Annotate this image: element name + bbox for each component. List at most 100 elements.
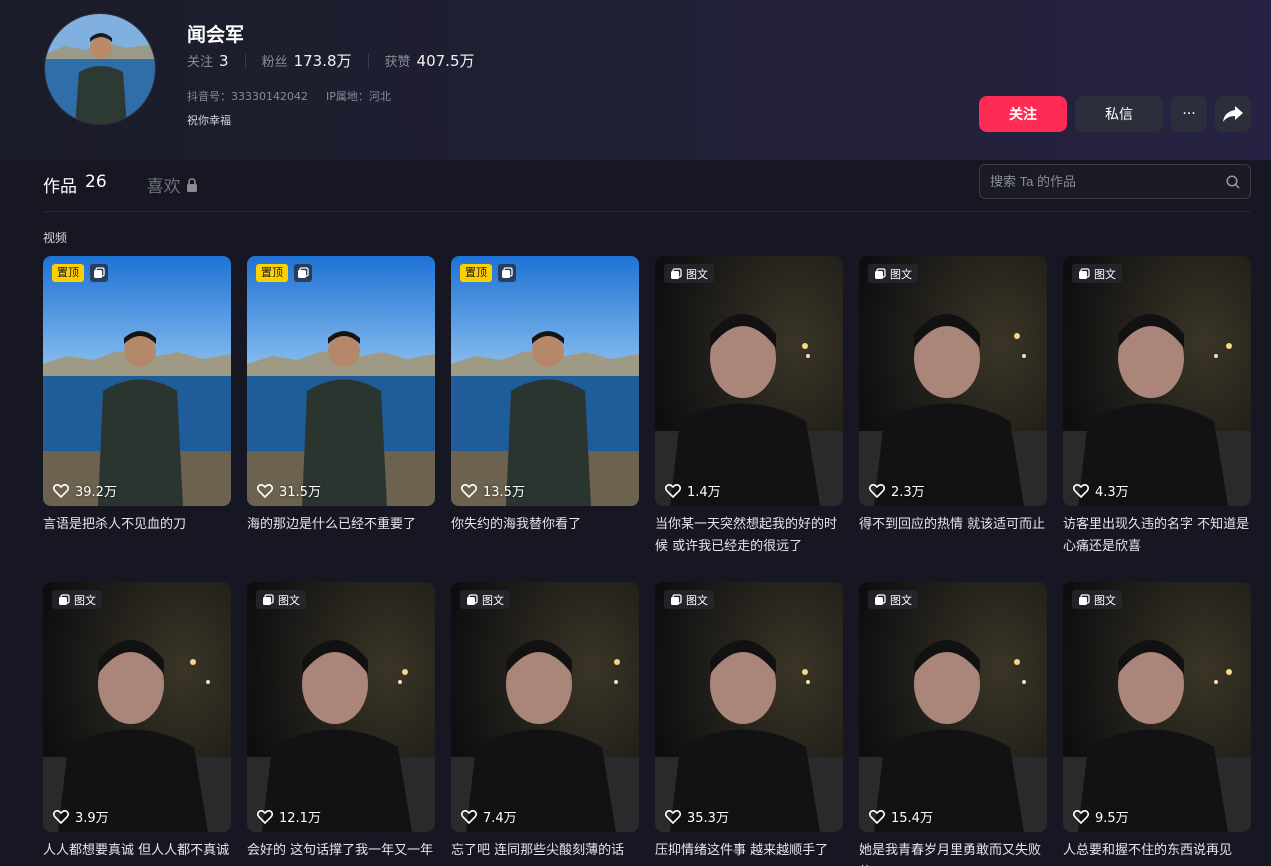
message-button[interactable]: 私信 — [1075, 96, 1163, 132]
following-stat[interactable]: 关注 3 — [187, 51, 229, 70]
likes-count: 31.5万 — [279, 485, 321, 500]
work-card[interactable]: 图文 15.4万她是我青春岁月里勇敢而又失败的 — [859, 582, 1047, 866]
work-thumbnail[interactable]: 置顶 31.5万 — [247, 256, 435, 506]
work-thumbnail[interactable]: 图文 4.3万 — [1063, 256, 1251, 506]
work-thumbnail[interactable]: 图文 1.4万 — [655, 256, 843, 506]
profile-meta: 抖音号：33330142042 IP属地：河北 — [187, 88, 391, 104]
work-caption[interactable]: 压抑情绪这件事 越来越顺手了 — [655, 840, 843, 862]
likes-received-label: 获赞 — [384, 55, 411, 70]
search-icon[interactable] — [1226, 174, 1240, 189]
pinned-badge: 置顶 — [52, 264, 84, 282]
work-thumbnail[interactable]: 图文 3.9万 — [43, 582, 231, 832]
multi-image-icon — [502, 267, 513, 278]
work-caption[interactable]: 忘了吧 连同那些尖酸刻薄的话 — [451, 840, 639, 862]
multi-image-icon — [59, 593, 70, 605]
lock-icon — [186, 177, 197, 192]
image-post-badge: 图文 — [1072, 590, 1122, 609]
work-thumbnail[interactable]: 图文 7.4万 — [451, 582, 639, 832]
multi-image-icon — [298, 267, 309, 278]
work-caption[interactable]: 得不到回应的热情 就该适可而止 — [859, 514, 1047, 536]
heart-icon — [869, 809, 885, 824]
heart-icon — [257, 483, 273, 498]
likes-count: 7.4万 — [483, 811, 517, 826]
share-button[interactable] — [1215, 96, 1251, 132]
work-badges: 图文 — [1072, 264, 1122, 283]
work-thumbnail[interactable]: 置顶 13.5万 — [451, 256, 639, 506]
image-post-label: 图文 — [890, 267, 912, 281]
work-card[interactable]: 图文 9.5万人总要和握不住的东西说再见 — [1063, 582, 1251, 862]
work-card[interactable]: 图文 12.1万会好的 这句话撑了我一年又一年 — [247, 582, 435, 862]
work-card[interactable]: 图文 3.9万人人都想要真诚 但人人都不真诚 — [43, 582, 231, 862]
tab-likes-label: 喜欢 — [146, 177, 181, 197]
work-caption[interactable]: 当你某一天突然想起我的好的时候 或许我已经走的很远了 — [655, 514, 843, 558]
followers-label: 粉丝 — [261, 55, 288, 70]
multi-image-icon — [671, 593, 682, 605]
work-badges: 图文 — [256, 590, 306, 609]
share-icon — [1223, 106, 1243, 122]
search-input[interactable] — [990, 174, 1226, 189]
likes-received-count: 407.5万 — [416, 52, 475, 70]
work-badges: 图文 — [1072, 590, 1122, 609]
work-badges: 图文 — [52, 590, 102, 609]
image-post-badge: 图文 — [868, 264, 918, 283]
work-thumbnail[interactable]: 置顶 39.2万 — [43, 256, 231, 506]
work-caption[interactable]: 你失约的海我替你看了 — [451, 514, 639, 536]
heart-icon — [461, 483, 477, 498]
work-card[interactable]: 图文 35.3万压抑情绪这件事 越来越顺手了 — [655, 582, 843, 862]
likes-count: 9.5万 — [1095, 811, 1129, 826]
heart-icon — [53, 809, 69, 824]
work-thumbnail[interactable]: 图文 35.3万 — [655, 582, 843, 832]
following-label: 关注 — [187, 55, 214, 70]
image-post-label: 图文 — [482, 593, 504, 607]
section-label: 视频 — [43, 231, 68, 245]
profile-name: 闻会军 — [187, 24, 245, 46]
more-icon: ··· — [1182, 106, 1196, 122]
work-caption[interactable]: 她是我青春岁月里勇敢而又失败的 — [859, 840, 1047, 866]
tab-likes[interactable]: 喜欢 — [147, 172, 198, 197]
work-card[interactable]: 置顶 13.5万你失约的海我替你看了 — [451, 256, 639, 536]
tab-works[interactable]: 作品 26 — [43, 172, 107, 197]
work-caption[interactable]: 海的那边是什么已经不重要了 — [247, 514, 435, 536]
follow-button[interactable]: 关注 — [979, 96, 1067, 132]
tab-works-count: 26 — [85, 172, 107, 192]
divider — [244, 53, 246, 68]
tabs-divider — [43, 211, 1251, 212]
image-post-badge: 图文 — [256, 590, 306, 609]
followers-stat[interactable]: 粉丝 173.8万 — [262, 50, 352, 71]
multi-image-icon — [263, 593, 274, 605]
image-post-label: 图文 — [686, 593, 708, 607]
works-search — [979, 164, 1251, 199]
work-likes: 15.4万 — [869, 807, 933, 826]
work-caption[interactable]: 言语是把杀人不见血的刀 — [43, 514, 231, 536]
work-caption[interactable]: 人总要和握不住的东西说再见 — [1063, 840, 1251, 862]
work-likes: 39.2万 — [53, 481, 117, 500]
work-likes: 12.1万 — [257, 807, 321, 826]
work-caption[interactable]: 会好的 这句话撑了我一年又一年 — [247, 840, 435, 862]
work-caption[interactable]: 访客里出现久违的名字 不知道是心痛还是欣喜 — [1063, 514, 1251, 558]
work-thumbnail[interactable]: 图文 2.3万 — [859, 256, 1047, 506]
work-card[interactable]: 置顶 39.2万言语是把杀人不见血的刀 — [43, 256, 231, 536]
work-thumbnail[interactable]: 图文 15.4万 — [859, 582, 1047, 832]
image-post-label: 图文 — [890, 593, 912, 607]
avatar[interactable] — [44, 13, 156, 125]
followers-count: 173.8万 — [293, 52, 352, 70]
work-card[interactable]: 图文 7.4万忘了吧 连同那些尖酸刻薄的话 — [451, 582, 639, 862]
work-card[interactable]: 置顶 31.5万海的那边是什么已经不重要了 — [247, 256, 435, 536]
work-thumbnail[interactable]: 图文 9.5万 — [1063, 582, 1251, 832]
work-caption[interactable]: 人人都想要真诚 但人人都不真诚 — [43, 840, 231, 862]
likes-count: 1.4万 — [687, 485, 721, 500]
work-thumbnail[interactable]: 图文 12.1万 — [247, 582, 435, 832]
pinned-badge: 置顶 — [256, 264, 288, 282]
image-post-label: 图文 — [1094, 593, 1116, 607]
work-card[interactable]: 图文 4.3万访客里出现久违的名字 不知道是心痛还是欣喜 — [1063, 256, 1251, 558]
work-likes: 3.9万 — [53, 807, 109, 826]
work-card[interactable]: 图文 1.4万当你某一天突然想起我的好的时候 或许我已经走的很远了 — [655, 256, 843, 558]
work-likes: 31.5万 — [257, 481, 321, 500]
work-badges: 图文 — [664, 264, 714, 283]
likes-count: 15.4万 — [891, 811, 933, 826]
multi-image-icon — [467, 593, 478, 605]
work-card[interactable]: 图文 2.3万得不到回应的热情 就该适可而止 — [859, 256, 1047, 536]
more-button[interactable]: ··· — [1171, 96, 1207, 132]
likes-count: 39.2万 — [75, 485, 117, 500]
image-post-label: 图文 — [686, 267, 708, 281]
